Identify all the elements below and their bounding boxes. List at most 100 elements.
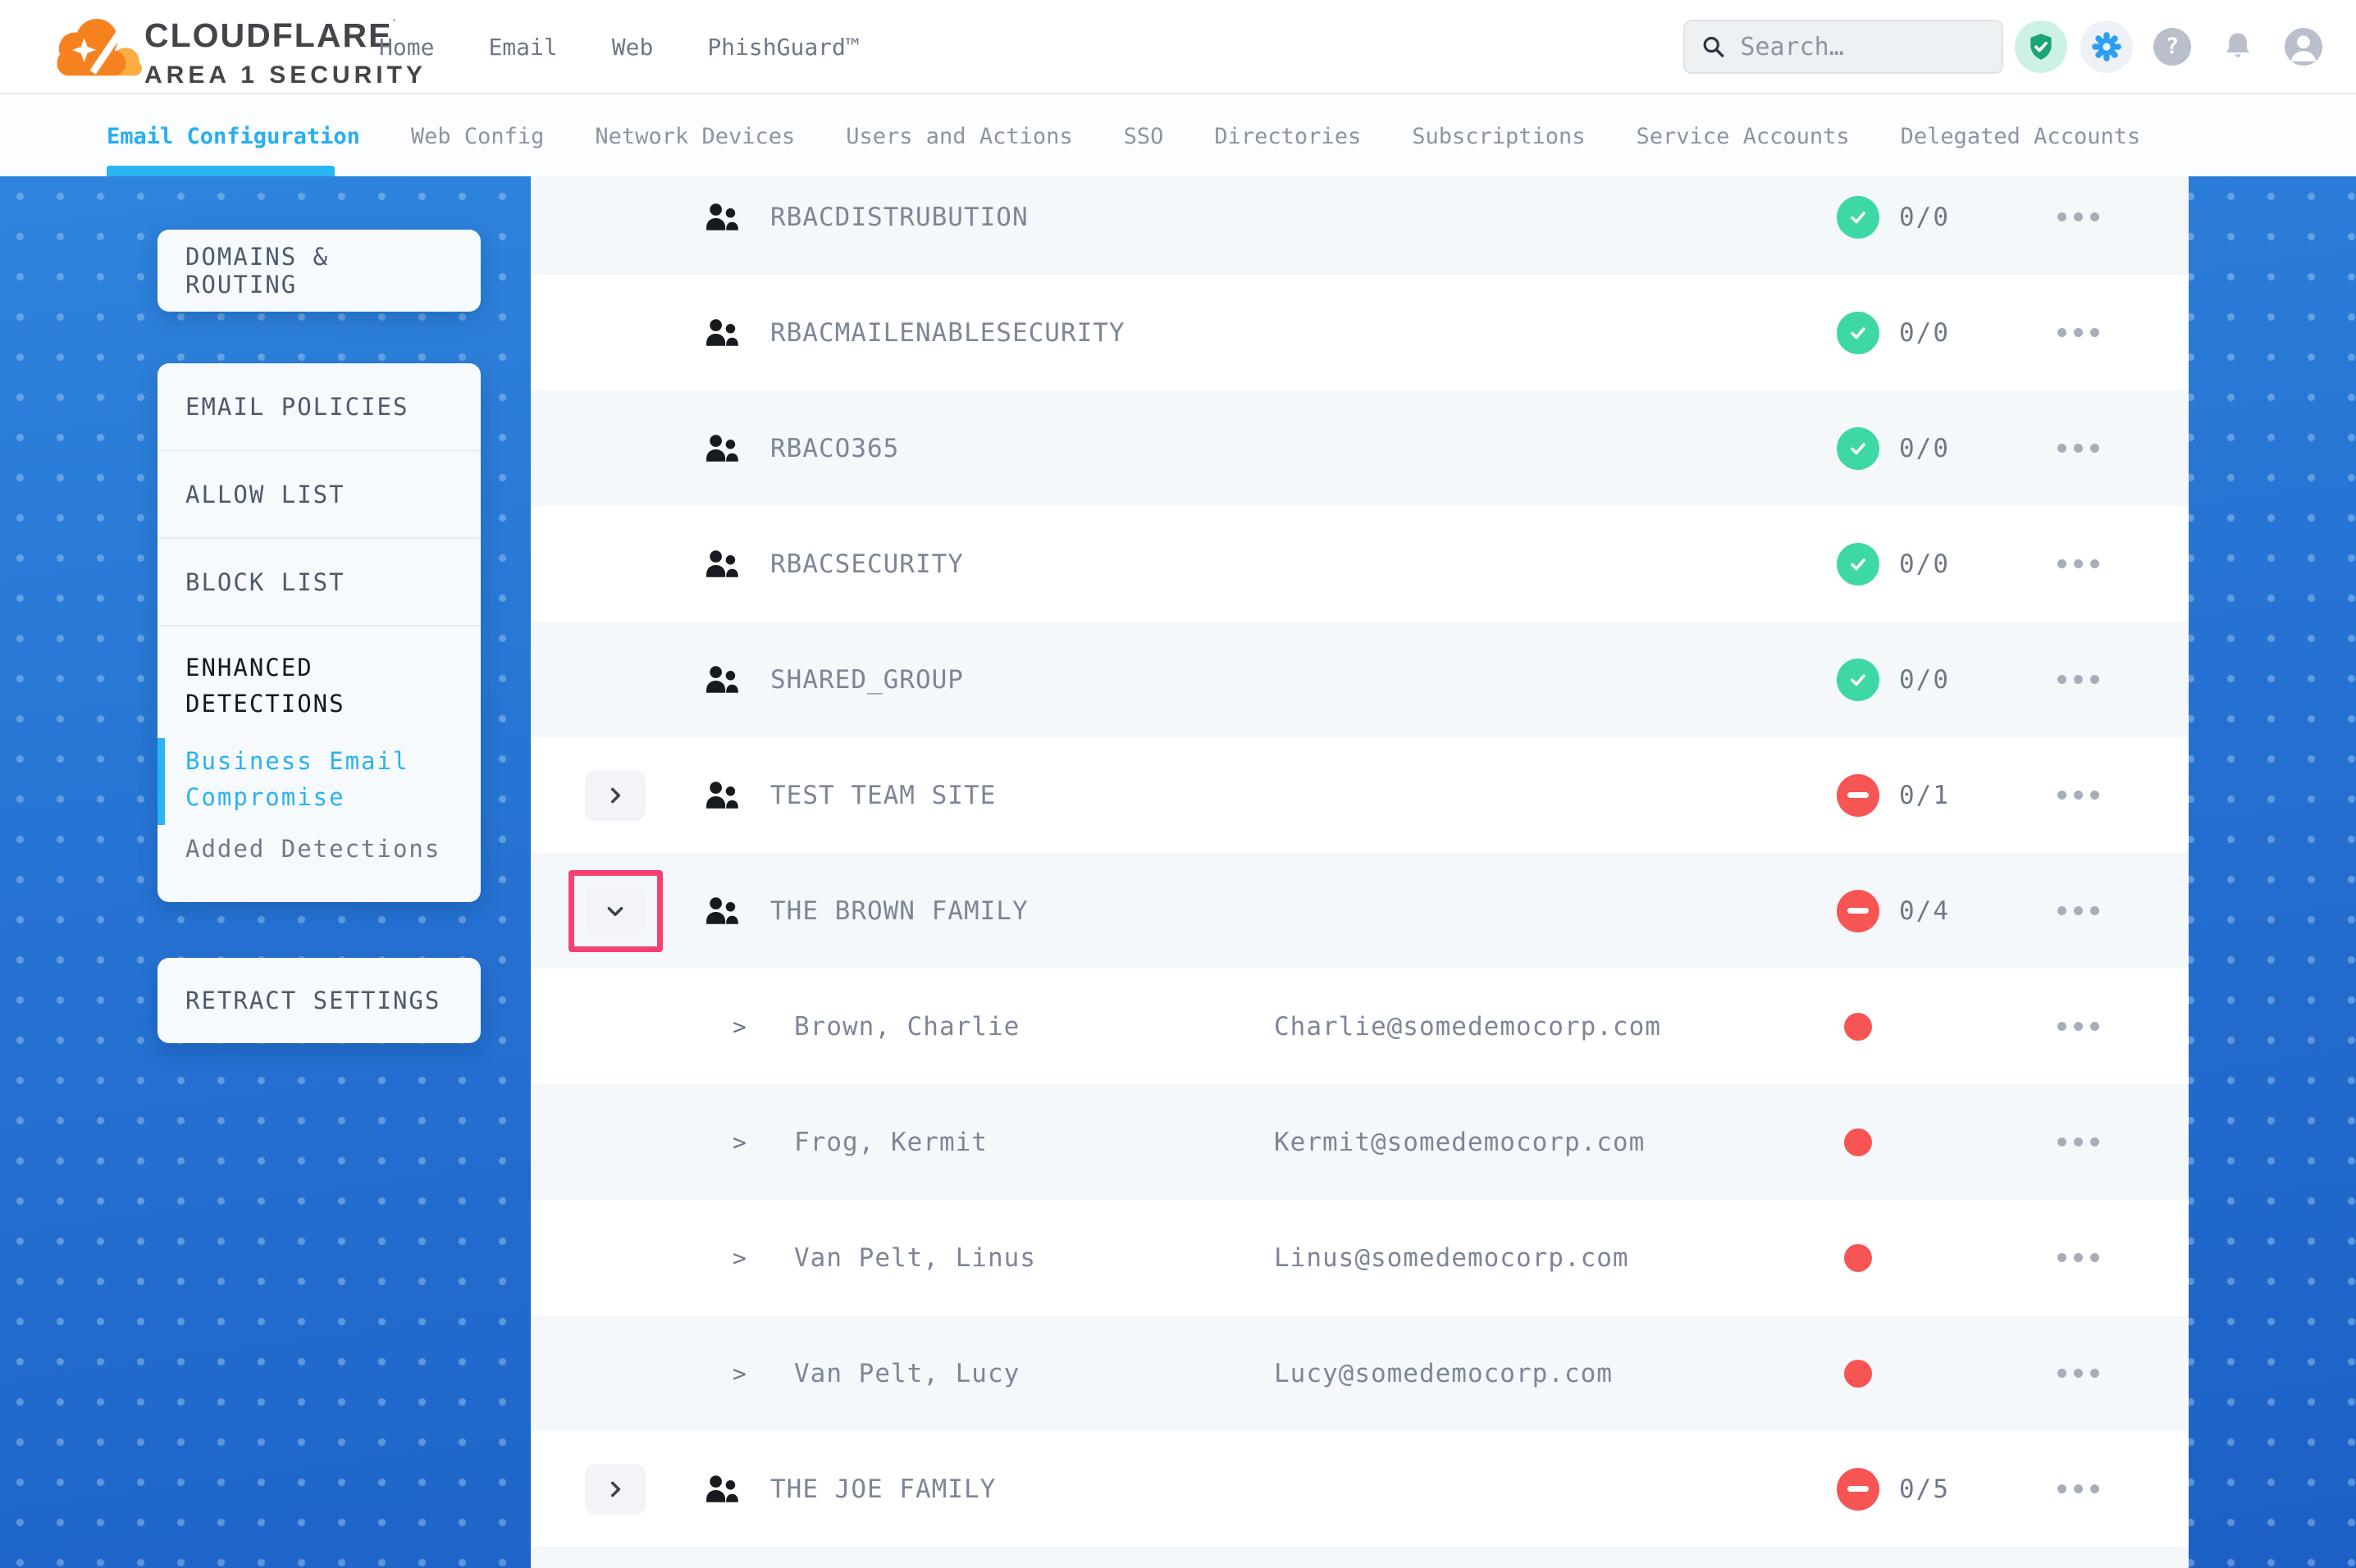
status-dot <box>1844 1360 1872 1388</box>
search-icon <box>1701 33 1725 61</box>
expand-button[interactable] <box>585 1464 646 1515</box>
table-row: RBACDISTRUBUTION0/0 <box>531 176 2189 275</box>
member-name: Frog, Kermit <box>794 1128 988 1157</box>
groups-table-panel: RBACDISTRUBUTION0/0RBACMAILENABLESECURIT… <box>531 176 2189 1568</box>
table-row-partial <box>531 1547 2189 1568</box>
row-actions-button[interactable] <box>2047 201 2109 234</box>
status-dot <box>1844 1128 1872 1156</box>
row-actions-button[interactable] <box>2047 779 2109 812</box>
expand-button[interactable] <box>585 886 646 937</box>
row-actions-button[interactable] <box>2047 663 2109 696</box>
table-row: >Brown, CharlieCharlie@somedemocorp.com <box>531 969 2189 1084</box>
tab-sso[interactable]: SSO <box>1124 124 1164 149</box>
nav-item-email[interactable]: Email <box>488 34 557 61</box>
status-count: 0/0 <box>1899 318 1950 348</box>
chevron-right-icon[interactable]: > <box>733 1013 747 1040</box>
sidebar-policy-items: EMAIL POLICIESALLOW LISTBLOCK LIST <box>158 363 481 627</box>
tab-web-config[interactable]: Web Config <box>411 124 545 149</box>
sidebar-item-block-list[interactable]: BLOCK LIST <box>158 539 481 627</box>
status-minus-badge <box>1837 774 1879 817</box>
row-actions-button[interactable] <box>2047 1010 2109 1043</box>
tab-directories[interactable]: Directories <box>1214 124 1361 149</box>
sidebar-item-added-detections[interactable]: Added Detections <box>185 835 453 863</box>
top-header: CLOUDFLARE’ AREA 1 SECURITY HomeEmailWeb… <box>0 0 2356 94</box>
sidebar-item-allow-list[interactable]: ALLOW LIST <box>158 451 481 539</box>
table-row: >Van Pelt, LucyLucy@somedemocorp.com <box>531 1315 2189 1431</box>
status-dot <box>1844 1013 1872 1041</box>
tab-users-and-actions[interactable]: Users and Actions <box>846 124 1072 149</box>
row-actions-button[interactable] <box>2047 1242 2109 1274</box>
status-count: 0/1 <box>1899 781 1950 810</box>
table-row: RBACSECURITY 0/0 <box>531 506 2189 622</box>
sidebar-card-retract-settings[interactable]: RETRACT SETTINGS <box>158 958 481 1043</box>
group-name: RBACSECURITY <box>770 549 964 579</box>
member-name: Van Pelt, Linus <box>794 1243 1036 1273</box>
bell-icon[interactable] <box>2221 30 2254 63</box>
tab-subscriptions[interactable]: Subscriptions <box>1412 124 1585 149</box>
enhanced-detections-section: ENHANCED DETECTIONS Business Email Compr… <box>158 627 481 863</box>
user-avatar-icon[interactable] <box>2284 27 2323 66</box>
active-tab-underline <box>107 166 335 176</box>
search-box[interactable] <box>1683 20 2003 74</box>
table-row: >Frog, KermitKermit@somedemocorp.com <box>531 1084 2189 1200</box>
sidebar-item-business-email-compromise[interactable]: Business Email Compromise <box>185 743 453 815</box>
status-minus-badge <box>1837 1468 1879 1511</box>
tab-delegated-accounts[interactable]: Delegated Accounts <box>1901 124 2141 149</box>
row-actions-button[interactable] <box>2047 432 2109 465</box>
group-name: RBACMAILENABLESECURITY <box>770 318 1125 348</box>
group-icon <box>705 780 741 811</box>
chevron-right-icon[interactable]: > <box>733 1244 747 1271</box>
help-icon[interactable]: ? <box>2153 28 2191 66</box>
table-row: RBACO3650/0 <box>531 390 2189 506</box>
table-row: THE JOE FAMILY0/5 <box>531 1431 2189 1547</box>
group-name: TEST TEAM SITE <box>770 781 996 810</box>
group-icon <box>705 202 741 233</box>
config-tabbar: Email Configuration Web Config Network Dev… <box>0 96 2356 176</box>
table-row: THE BROWN FAMILY 0/4 <box>531 853 2189 969</box>
row-actions-button[interactable] <box>2047 548 2109 581</box>
status-count: 0/0 <box>1899 549 1950 579</box>
cloudflare-area1-logo <box>43 8 151 84</box>
shield-check-icon[interactable] <box>2015 21 2067 73</box>
status-check-badge <box>1837 196 1879 239</box>
row-actions-button[interactable] <box>2047 317 2109 349</box>
group-icon <box>705 317 741 349</box>
sidebar-card-domains-routing[interactable]: DOMAINS & ROUTING <box>158 230 481 312</box>
sidebar-item-email-policies[interactable]: EMAIL POLICIES <box>158 363 481 451</box>
tab-service-accounts[interactable]: Service Accounts <box>1637 124 1850 149</box>
brand-name: CLOUDFLARE <box>144 16 392 54</box>
sidebar-item-label: RETRACT SETTINGS <box>185 987 441 1014</box>
row-actions-button[interactable] <box>2047 895 2109 928</box>
search-input[interactable] <box>1740 33 1985 62</box>
status-count: 0/4 <box>1899 896 1950 926</box>
group-icon <box>705 896 741 927</box>
group-icon <box>705 664 741 695</box>
main-nav: Home Email Web PhishGuard™ <box>379 0 860 94</box>
sidebar-item-label: Business Email Compromise <box>185 747 409 811</box>
row-actions-button[interactable] <box>2047 1357 2109 1390</box>
row-actions-button[interactable] <box>2047 1126 2109 1159</box>
gear-icon[interactable] <box>2080 21 2133 73</box>
member-email: Lucy@somedemocorp.com <box>1274 1359 1613 1388</box>
sidebar-item-label: Added Detections <box>185 835 441 863</box>
status-minus-badge <box>1837 890 1879 932</box>
status-check-badge <box>1837 312 1879 354</box>
group-icon <box>705 549 741 580</box>
sidebar-card-email-policies: EMAIL POLICIESALLOW LISTBLOCK LIST ENHAN… <box>158 363 481 902</box>
nav-item-web[interactable]: Web <box>612 34 654 61</box>
group-name: RBACDISTRUBUTION <box>770 203 1029 232</box>
member-email: Linus@somedemocorp.com <box>1274 1243 1629 1273</box>
group-icon <box>705 433 741 464</box>
status-check-badge <box>1837 543 1879 586</box>
chevron-right-icon[interactable]: > <box>733 1360 747 1387</box>
chevron-right-icon[interactable]: > <box>733 1128 747 1155</box>
nav-item-home[interactable]: Home <box>379 34 434 61</box>
nav-item-phishguard[interactable]: PhishGuard™ <box>707 34 859 61</box>
group-name: THE BROWN FAMILY <box>770 896 1029 926</box>
groups-table: RBACDISTRUBUTION0/0RBACMAILENABLESECURIT… <box>531 176 2189 1568</box>
tab-network-devices[interactable]: Network Devices <box>595 124 795 149</box>
app-window: CLOUDFLARE’ AREA 1 SECURITY HomeEmailWeb… <box>0 0 2356 1568</box>
tab-email-configuration[interactable]: Email Configuration <box>107 124 360 149</box>
row-actions-button[interactable] <box>2047 1473 2109 1506</box>
expand-button[interactable] <box>585 770 646 821</box>
